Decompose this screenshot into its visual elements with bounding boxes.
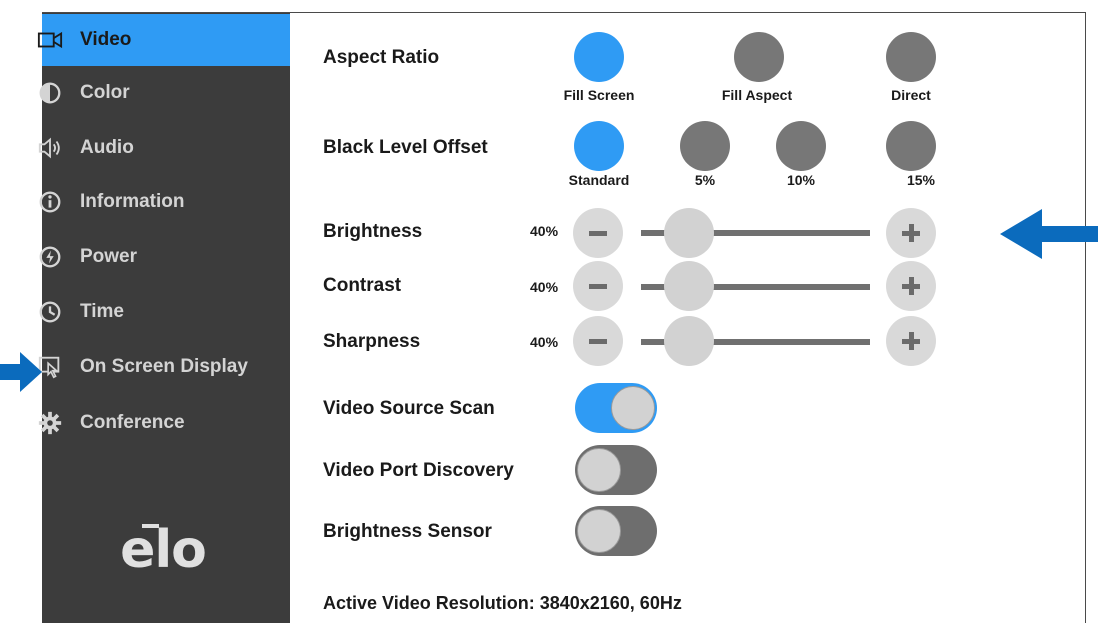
brightness-decrease-button[interactable] bbox=[573, 208, 623, 258]
sidebar-item-power[interactable]: Power bbox=[39, 231, 290, 283]
sidebar-item-label: On Screen Display bbox=[80, 356, 248, 377]
black-level-option-5[interactable] bbox=[680, 121, 730, 171]
sidebar-item-label: Conference bbox=[80, 412, 185, 433]
plus-icon bbox=[902, 224, 920, 242]
right-border bbox=[1085, 12, 1086, 623]
sharpness-decrease-button[interactable] bbox=[573, 316, 623, 366]
black-level-option-10[interactable] bbox=[776, 121, 826, 171]
brightness-value: 40% bbox=[530, 223, 559, 239]
contrast-increase-button[interactable] bbox=[886, 261, 936, 311]
contrast-label: Contrast bbox=[323, 275, 402, 296]
toggle-thumb bbox=[577, 509, 621, 553]
minus-icon bbox=[589, 230, 607, 236]
osd-window: Video Color Audio Information Power Time… bbox=[0, 0, 1100, 623]
logo-macron bbox=[142, 524, 159, 528]
sidebar-item-label: Audio bbox=[80, 137, 134, 158]
sharpness-increase-button[interactable] bbox=[886, 316, 936, 366]
video-source-scan-label: Video Source Scan bbox=[323, 398, 495, 419]
sidebar-item-video[interactable]: Video bbox=[37, 14, 290, 66]
sidebar-item-color[interactable]: Color bbox=[39, 67, 290, 119]
brightness-slider-knob[interactable] bbox=[664, 208, 714, 258]
sidebar-item-audio[interactable]: Audio bbox=[38, 122, 290, 174]
video-port-discovery-label: Video Port Discovery bbox=[323, 460, 514, 481]
power-icon bbox=[36, 243, 64, 271]
video-camera-icon bbox=[36, 26, 64, 54]
callout-arrow-left-pointing bbox=[1000, 209, 1098, 259]
speaker-icon bbox=[36, 134, 64, 162]
sidebar-item-label: Color bbox=[80, 82, 130, 103]
black-level-option-label: 5% bbox=[694, 172, 716, 188]
black-level-option-standard[interactable] bbox=[574, 121, 624, 171]
sidebar-item-time[interactable]: Time bbox=[39, 286, 290, 338]
sharpness-value: 40% bbox=[530, 334, 559, 350]
black-level-option-label: Standard bbox=[568, 172, 630, 188]
sharpness-slider-knob[interactable] bbox=[664, 316, 714, 366]
callout-arrow-right-pointing bbox=[0, 352, 42, 392]
aspect-option-direct[interactable] bbox=[886, 32, 936, 82]
video-port-discovery-toggle[interactable] bbox=[575, 445, 657, 495]
aspect-option-label: Fill Aspect bbox=[721, 87, 793, 103]
black-level-option-label: 15% bbox=[906, 172, 936, 188]
sidebar-item-label: Information bbox=[80, 191, 185, 212]
sidebar-item-on-screen-display[interactable]: On Screen Display bbox=[38, 341, 290, 393]
contrast-decrease-button[interactable] bbox=[573, 261, 623, 311]
sidebar-item-label: Power bbox=[80, 246, 138, 267]
active-video-resolution: Active Video Resolution: 3840x2160, 60Hz bbox=[323, 593, 682, 613]
brightness-sensor-label: Brightness Sensor bbox=[323, 521, 492, 542]
plus-icon bbox=[902, 332, 920, 350]
black-level-option-label: 10% bbox=[786, 172, 816, 188]
plus-icon bbox=[902, 277, 920, 295]
aspect-option-label: Fill Screen bbox=[563, 87, 635, 103]
contrast-icon bbox=[36, 79, 64, 107]
toggle-thumb bbox=[577, 448, 621, 492]
sidebar-item-information[interactable]: Information bbox=[39, 176, 290, 228]
sidebar-item-label: Video bbox=[80, 29, 132, 50]
minus-icon bbox=[589, 338, 607, 344]
black-level-option-15[interactable] bbox=[886, 121, 936, 171]
gear-icon bbox=[36, 409, 64, 437]
sidebar-item-conference[interactable]: Conference bbox=[38, 397, 290, 449]
sidebar: Video Color Audio Information Power Time… bbox=[37, 13, 290, 623]
black-level-label: Black Level Offset bbox=[323, 137, 488, 158]
brightness-sensor-toggle[interactable] bbox=[575, 506, 657, 556]
video-source-scan-toggle[interactable] bbox=[575, 383, 657, 433]
info-icon bbox=[36, 188, 64, 216]
contrast-value: 40% bbox=[530, 279, 559, 295]
minus-icon bbox=[589, 283, 607, 289]
brightness-label: Brightness bbox=[323, 221, 423, 242]
aspect-option-fill-screen[interactable] bbox=[574, 32, 624, 82]
brightness-increase-button[interactable] bbox=[886, 208, 936, 258]
aspect-ratio-label: Aspect Ratio bbox=[323, 47, 440, 68]
sidebar-item-label: Time bbox=[80, 301, 125, 322]
clock-icon bbox=[36, 298, 64, 326]
aspect-option-fill-aspect[interactable] bbox=[734, 32, 784, 82]
sharpness-label: Sharpness bbox=[323, 331, 421, 352]
toggle-thumb bbox=[611, 386, 655, 430]
contrast-slider-knob[interactable] bbox=[664, 261, 714, 311]
elo-logo: elo bbox=[120, 520, 207, 580]
aspect-option-label: Direct bbox=[891, 87, 931, 103]
